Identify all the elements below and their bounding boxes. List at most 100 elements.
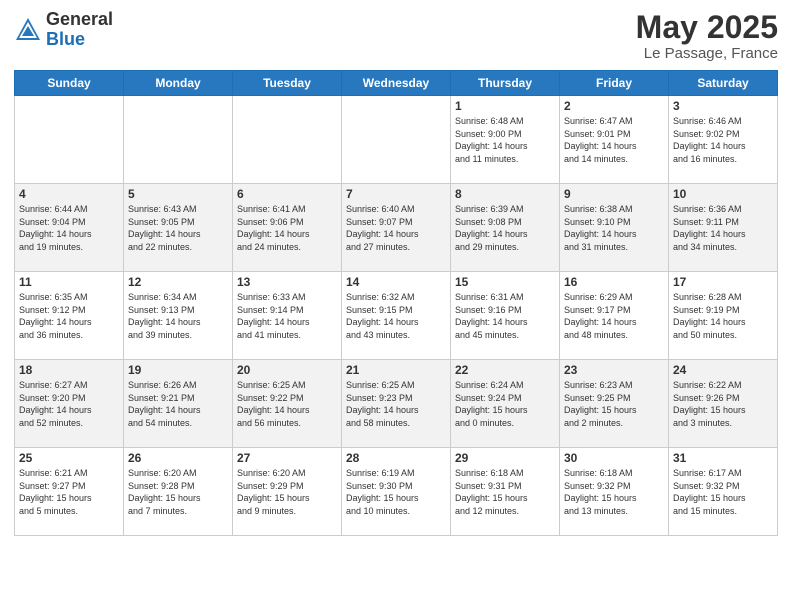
page: General Blue May 2025 Le Passage, France… bbox=[0, 0, 792, 612]
calendar-cell-w3-d3: 13 Sunrise: 6:33 AM Sunset: 9:14 PM Dayli… bbox=[233, 272, 342, 360]
day-info: Sunrise: 6:22 AM Sunset: 9:26 PM Dayligh… bbox=[673, 379, 773, 429]
day-info: Sunrise: 6:33 AM Sunset: 9:14 PM Dayligh… bbox=[237, 291, 337, 341]
day-number: 15 bbox=[455, 275, 555, 289]
day-number: 5 bbox=[128, 187, 228, 201]
day-number: 27 bbox=[237, 451, 337, 465]
day-info: Sunrise: 6:28 AM Sunset: 9:19 PM Dayligh… bbox=[673, 291, 773, 341]
day-number: 25 bbox=[19, 451, 119, 465]
day-info: Sunrise: 6:20 AM Sunset: 9:28 PM Dayligh… bbox=[128, 467, 228, 517]
day-info: Sunrise: 6:48 AM Sunset: 9:00 PM Dayligh… bbox=[455, 115, 555, 165]
day-number: 9 bbox=[564, 187, 664, 201]
day-info: Sunrise: 6:39 AM Sunset: 9:08 PM Dayligh… bbox=[455, 203, 555, 253]
day-info: Sunrise: 6:26 AM Sunset: 9:21 PM Dayligh… bbox=[128, 379, 228, 429]
day-info: Sunrise: 6:36 AM Sunset: 9:11 PM Dayligh… bbox=[673, 203, 773, 253]
calendar-cell-w5-d2: 26 Sunrise: 6:20 AM Sunset: 9:28 PM Dayli… bbox=[124, 448, 233, 536]
day-info: Sunrise: 6:29 AM Sunset: 9:17 PM Dayligh… bbox=[564, 291, 664, 341]
day-info: Sunrise: 6:47 AM Sunset: 9:01 PM Dayligh… bbox=[564, 115, 664, 165]
calendar-cell-w4-d1: 18 Sunrise: 6:27 AM Sunset: 9:20 PM Dayli… bbox=[15, 360, 124, 448]
day-number: 6 bbox=[237, 187, 337, 201]
calendar-cell-w5-d5: 29 Sunrise: 6:18 AM Sunset: 9:31 PM Dayli… bbox=[451, 448, 560, 536]
col-saturday: Saturday bbox=[669, 71, 778, 96]
calendar-cell-w5-d1: 25 Sunrise: 6:21 AM Sunset: 9:27 PM Dayli… bbox=[15, 448, 124, 536]
logo-text: General Blue bbox=[46, 10, 113, 50]
day-info: Sunrise: 6:31 AM Sunset: 9:16 PM Dayligh… bbox=[455, 291, 555, 341]
day-number: 23 bbox=[564, 363, 664, 377]
day-number: 18 bbox=[19, 363, 119, 377]
logo: General Blue bbox=[14, 10, 113, 50]
day-number: 10 bbox=[673, 187, 773, 201]
day-number: 3 bbox=[673, 99, 773, 113]
day-info: Sunrise: 6:23 AM Sunset: 9:25 PM Dayligh… bbox=[564, 379, 664, 429]
day-number: 30 bbox=[564, 451, 664, 465]
day-info: Sunrise: 6:24 AM Sunset: 9:24 PM Dayligh… bbox=[455, 379, 555, 429]
day-info: Sunrise: 6:27 AM Sunset: 9:20 PM Dayligh… bbox=[19, 379, 119, 429]
day-info: Sunrise: 6:40 AM Sunset: 9:07 PM Dayligh… bbox=[346, 203, 446, 253]
calendar-week-3: 11 Sunrise: 6:35 AM Sunset: 9:12 PM Dayli… bbox=[15, 272, 778, 360]
logo-blue-text: Blue bbox=[46, 30, 113, 50]
day-number: 26 bbox=[128, 451, 228, 465]
day-info: Sunrise: 6:18 AM Sunset: 9:31 PM Dayligh… bbox=[455, 467, 555, 517]
header: General Blue May 2025 Le Passage, France bbox=[14, 10, 778, 62]
day-number: 28 bbox=[346, 451, 446, 465]
calendar-cell-w1-d1 bbox=[15, 96, 124, 184]
day-info: Sunrise: 6:34 AM Sunset: 9:13 PM Dayligh… bbox=[128, 291, 228, 341]
title-block: May 2025 Le Passage, France bbox=[636, 10, 778, 62]
col-tuesday: Tuesday bbox=[233, 71, 342, 96]
calendar-cell-w3-d6: 16 Sunrise: 6:29 AM Sunset: 9:17 PM Dayli… bbox=[560, 272, 669, 360]
day-number: 7 bbox=[346, 187, 446, 201]
logo-general-text: General bbox=[46, 10, 113, 30]
day-number: 20 bbox=[237, 363, 337, 377]
col-sunday: Sunday bbox=[15, 71, 124, 96]
day-info: Sunrise: 6:44 AM Sunset: 9:04 PM Dayligh… bbox=[19, 203, 119, 253]
calendar-table: Sunday Monday Tuesday Wednesday Thursday… bbox=[14, 70, 778, 536]
calendar-cell-w5-d6: 30Sunrise: 6:18 AM Sunset: 9:32 PM Dayli… bbox=[560, 448, 669, 536]
calendar-cell-w3-d5: 15 Sunrise: 6:31 AM Sunset: 9:16 PM Dayli… bbox=[451, 272, 560, 360]
day-number: 2 bbox=[564, 99, 664, 113]
day-number: 21 bbox=[346, 363, 446, 377]
calendar-cell-w2-d5: 8Sunrise: 6:39 AM Sunset: 9:08 PM Daylig… bbox=[451, 184, 560, 272]
day-number: 19 bbox=[128, 363, 228, 377]
calendar-week-2: 4Sunrise: 6:44 AM Sunset: 9:04 PM Daylig… bbox=[15, 184, 778, 272]
calendar-cell-w4-d5: 22 Sunrise: 6:24 AM Sunset: 9:24 PM Dayli… bbox=[451, 360, 560, 448]
day-number: 24 bbox=[673, 363, 773, 377]
day-info: Sunrise: 6:17 AM Sunset: 9:32 PM Dayligh… bbox=[673, 467, 773, 517]
calendar-cell-w1-d3 bbox=[233, 96, 342, 184]
col-monday: Monday bbox=[124, 71, 233, 96]
calendar-cell-w4-d3: 20 Sunrise: 6:25 AM Sunset: 9:22 PM Dayli… bbox=[233, 360, 342, 448]
calendar-cell-w2-d2: 5 Sunrise: 6:43 AM Sunset: 9:05 PM Daylig… bbox=[124, 184, 233, 272]
calendar-cell-w4-d6: 23 Sunrise: 6:23 AM Sunset: 9:25 PM Dayli… bbox=[560, 360, 669, 448]
day-number: 16 bbox=[564, 275, 664, 289]
day-number: 11 bbox=[19, 275, 119, 289]
calendar-cell-w1-d6: 2 Sunrise: 6:47 AM Sunset: 9:01 PM Daylig… bbox=[560, 96, 669, 184]
calendar-week-5: 25 Sunrise: 6:21 AM Sunset: 9:27 PM Dayli… bbox=[15, 448, 778, 536]
day-info: Sunrise: 6:25 AM Sunset: 9:22 PM Dayligh… bbox=[237, 379, 337, 429]
day-number: 1 bbox=[455, 99, 555, 113]
day-info: Sunrise: 6:25 AM Sunset: 9:23 PM Dayligh… bbox=[346, 379, 446, 429]
col-friday: Friday bbox=[560, 71, 669, 96]
day-number: 29 bbox=[455, 451, 555, 465]
day-number: 12 bbox=[128, 275, 228, 289]
location-subtitle: Le Passage, France bbox=[636, 45, 778, 62]
calendar-cell-w2-d3: 6Sunrise: 6:41 AM Sunset: 9:06 PM Daylig… bbox=[233, 184, 342, 272]
calendar-cell-w5-d7: 31 Sunrise: 6:17 AM Sunset: 9:32 PM Dayli… bbox=[669, 448, 778, 536]
calendar-cell-w1-d5: 1 Sunrise: 6:48 AM Sunset: 9:00 PM Daylig… bbox=[451, 96, 560, 184]
day-info: Sunrise: 6:32 AM Sunset: 9:15 PM Dayligh… bbox=[346, 291, 446, 341]
calendar-cell-w2-d4: 7 Sunrise: 6:40 AM Sunset: 9:07 PM Daylig… bbox=[342, 184, 451, 272]
day-info: Sunrise: 6:43 AM Sunset: 9:05 PM Dayligh… bbox=[128, 203, 228, 253]
day-number: 31 bbox=[673, 451, 773, 465]
month-title: May 2025 bbox=[636, 10, 778, 45]
calendar-cell-w4-d2: 19 Sunrise: 6:26 AM Sunset: 9:21 PM Dayli… bbox=[124, 360, 233, 448]
day-number: 14 bbox=[346, 275, 446, 289]
col-thursday: Thursday bbox=[451, 71, 560, 96]
day-info: Sunrise: 6:35 AM Sunset: 9:12 PM Dayligh… bbox=[19, 291, 119, 341]
calendar-cell-w3-d1: 11 Sunrise: 6:35 AM Sunset: 9:12 PM Dayli… bbox=[15, 272, 124, 360]
day-info: Sunrise: 6:21 AM Sunset: 9:27 PM Dayligh… bbox=[19, 467, 119, 517]
calendar-cell-w4-d4: 21 Sunrise: 6:25 AM Sunset: 9:23 PM Dayli… bbox=[342, 360, 451, 448]
calendar-cell-w1-d7: 3Sunrise: 6:46 AM Sunset: 9:02 PM Daylig… bbox=[669, 96, 778, 184]
day-info: Sunrise: 6:38 AM Sunset: 9:10 PM Dayligh… bbox=[564, 203, 664, 253]
calendar-cell-w2-d6: 9 Sunrise: 6:38 AM Sunset: 9:10 PM Daylig… bbox=[560, 184, 669, 272]
day-number: 22 bbox=[455, 363, 555, 377]
calendar-header-row: Sunday Monday Tuesday Wednesday Thursday… bbox=[15, 71, 778, 96]
calendar-cell-w3-d7: 17Sunrise: 6:28 AM Sunset: 9:19 PM Dayli… bbox=[669, 272, 778, 360]
day-number: 13 bbox=[237, 275, 337, 289]
